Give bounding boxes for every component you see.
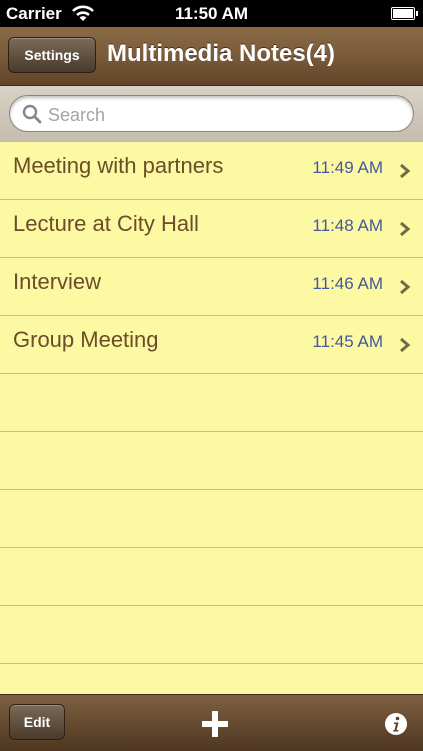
edit-button[interactable]: Edit [9,704,65,740]
note-title: Meeting with partners [13,153,224,178]
chevron-right-icon [400,163,411,179]
empty-row [0,664,423,694]
note-row[interactable]: Lecture at City Hall 11:48 AM [0,200,423,258]
note-row[interactable]: Group Meeting 11:45 AM [0,316,423,374]
settings-button[interactable]: Settings [8,37,96,73]
note-row[interactable]: Meeting with partners 11:49 AM [0,142,423,200]
empty-row [0,606,423,664]
chevron-right-icon [400,279,411,295]
note-time: 11:45 AM [312,332,383,351]
page-title: Multimedia Notes(4) [107,40,336,67]
chevron-right-icon [400,221,411,237]
note-time: 11:48 AM [312,216,383,235]
search-input[interactable] [46,100,400,130]
empty-row [0,490,423,548]
battery-icon [391,7,418,20]
note-time: 11:49 AM [312,158,383,177]
empty-row [0,374,423,432]
status-bar: Carrier 11:50 AM [0,0,423,27]
empty-row [0,432,423,490]
empty-row [0,548,423,606]
plus-icon[interactable] [202,711,228,737]
note-row[interactable]: Interview 11:46 AM [0,258,423,316]
bottom-toolbar: Edit [0,694,423,751]
note-title: Lecture at City Hall [13,211,199,236]
search-field[interactable] [9,95,414,132]
search-icon [22,104,42,124]
chevron-right-icon [400,337,411,353]
info-icon[interactable] [384,712,408,736]
note-title: Interview [13,269,102,294]
notes-list: Meeting with partners 11:49 AM Lecture a… [0,142,423,694]
note-title: Group Meeting [13,327,159,352]
navigation-bar: Settings Multimedia Notes(4) [0,27,423,86]
status-time: 11:50 AM [174,4,249,23]
note-time: 11:46 AM [312,274,383,293]
search-bar [0,86,423,142]
